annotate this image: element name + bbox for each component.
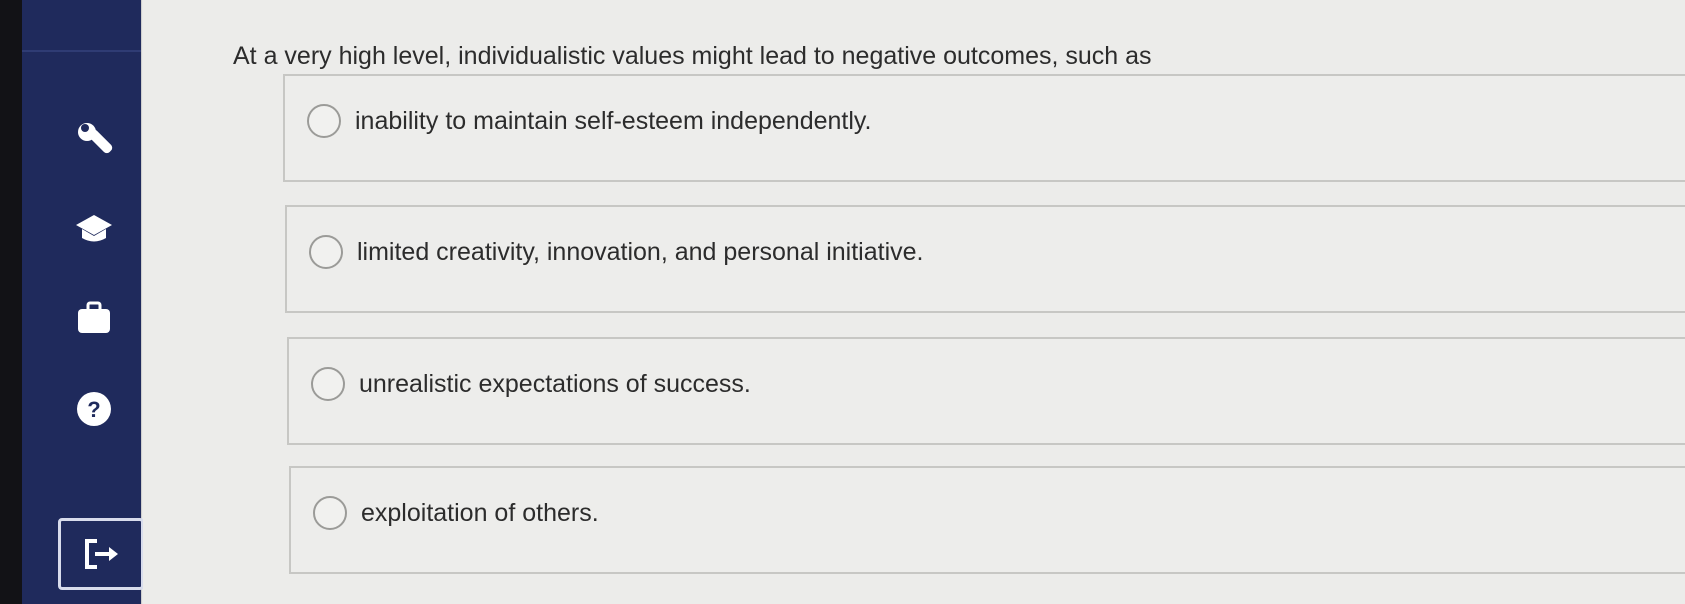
radio-button[interactable] — [307, 104, 341, 138]
answer-option-1[interactable]: inability to maintain self-esteem indepe… — [283, 74, 1685, 182]
screen-bezel — [0, 0, 22, 604]
exit-icon — [85, 539, 118, 569]
sidebar: ? — [22, 0, 144, 604]
exit-button[interactable] — [58, 518, 144, 590]
option-label: limited creativity, innovation, and pers… — [357, 237, 924, 266]
sidebar-divider — [22, 50, 141, 52]
graduation-cap-icon[interactable] — [72, 207, 116, 251]
question-text: At a very high level, individualistic va… — [233, 42, 1152, 70]
wrench-icon[interactable] — [72, 118, 116, 162]
answer-option-3[interactable]: unrealistic expectations of success. — [287, 337, 1685, 445]
answer-option-2[interactable]: limited creativity, innovation, and pers… — [285, 205, 1685, 313]
question-panel: At a very high level, individualistic va… — [143, 0, 1685, 604]
radio-button[interactable] — [313, 496, 347, 530]
radio-button[interactable] — [309, 235, 343, 269]
radio-button[interactable] — [311, 367, 345, 401]
option-label: inability to maintain self-esteem indepe… — [355, 106, 872, 135]
option-label: exploitation of others. — [361, 498, 599, 527]
briefcase-icon[interactable] — [72, 296, 116, 340]
answer-option-4[interactable]: exploitation of others. — [289, 466, 1685, 574]
option-label: unrealistic expectations of success. — [359, 369, 751, 398]
help-icon-glyph: ? — [87, 397, 100, 422]
help-icon[interactable]: ? — [72, 387, 116, 431]
